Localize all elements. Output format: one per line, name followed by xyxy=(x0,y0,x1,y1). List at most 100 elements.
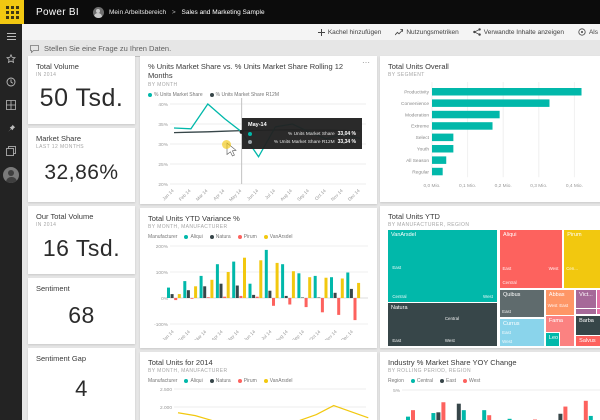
chart-tooltip: May-14 % Units Market Share 33,04 %% Unit… xyxy=(242,118,362,149)
tile-total-units-2014[interactable]: Total Units for 2014 BY MONTH, MANUFACTU… xyxy=(140,352,377,420)
hamburger-menu-icon[interactable] xyxy=(4,29,18,43)
svg-text:Feb 14: Feb 14 xyxy=(178,188,192,202)
svg-text:100%: 100% xyxy=(156,270,169,276)
treemap-block[interactable]: Currus East West xyxy=(500,318,544,346)
svg-text:Convenience: Convenience xyxy=(401,101,429,107)
add-tile-button[interactable]: Kachel hinzufügen xyxy=(317,28,381,36)
svg-text:40%: 40% xyxy=(158,102,168,108)
tile-total-volume[interactable]: Total Volume IN 2014 50 Tsd. xyxy=(28,56,135,124)
svg-text:Jan 14: Jan 14 xyxy=(161,188,175,202)
breadcrumb-page: Sales and Marketing Sample xyxy=(181,8,265,16)
tile-total-units-overall[interactable]: Total Units Overall BY SEGMENT 0,0 Mio. 0… xyxy=(380,56,600,202)
svg-text:Jun 14: Jun 14 xyxy=(246,188,260,202)
svg-text:35%: 35% xyxy=(158,122,168,128)
svg-text:Sep 14: Sep 14 xyxy=(291,329,305,340)
workspaces-icon[interactable] xyxy=(4,144,18,158)
workspace-avatar xyxy=(92,6,104,18)
svg-text:-100%: -100% xyxy=(154,322,169,328)
tile-sentiment-gap[interactable]: Sentiment Gap 4 xyxy=(28,348,135,420)
apps-grid-icon[interactable] xyxy=(4,98,18,112)
treemap-block[interactable]: Quibus East xyxy=(500,289,544,317)
svg-text:Aug 14: Aug 14 xyxy=(279,188,293,202)
breadcrumb[interactable]: Mein Arbeitsbereich > Sales and Marketin… xyxy=(92,6,265,18)
tile-menu-icon[interactable]: ⋯ xyxy=(362,58,371,67)
treemap-block[interactable]: Natura East Central West xyxy=(388,303,498,346)
svg-text:Moderation: Moderation xyxy=(405,113,429,119)
treemap-block[interactable]: PirumCen...We... xyxy=(564,230,600,288)
treemap-block[interactable] xyxy=(576,308,596,315)
powerbi-dashboard: Power BI Mein Arbeitsbereich > Sales and… xyxy=(0,0,600,420)
market-share-line-chart[interactable]: 40%35%30%25%20%Jan 14 Feb 14 Mar 14 Apr 14 M… xyxy=(148,97,369,204)
speech-bubble-icon xyxy=(30,44,39,53)
treemap-block[interactable]: Barba xyxy=(576,315,600,335)
share-icon xyxy=(472,28,481,36)
svg-text:25%: 25% xyxy=(158,162,168,168)
kpi-value: 50 Tsd. xyxy=(39,83,124,112)
industry-yoy-column-chart[interactable]: 5% xyxy=(388,384,600,420)
svg-text:0,4 Mio.: 0,4 Mio. xyxy=(566,184,583,190)
svg-text:Nov 14: Nov 14 xyxy=(324,329,338,340)
left-sidebar xyxy=(0,24,22,420)
svg-text:Apr 14: Apr 14 xyxy=(210,329,223,340)
usage-metrics-button[interactable]: Nutzungsmetriken xyxy=(395,28,459,36)
related-content-button[interactable]: Verwandte Inhalte anzeigen xyxy=(472,28,564,36)
app-title: Power BI xyxy=(36,6,79,18)
svg-text:Productivity: Productivity xyxy=(404,90,429,96)
tile-ytd-treemap[interactable]: Total Units YTD BY MANUFACTURER, REGION … xyxy=(380,206,600,348)
svg-text:2.000: 2.000 xyxy=(160,405,172,411)
svg-text:Jul 14: Jul 14 xyxy=(264,188,277,201)
svg-text:Jun 14: Jun 14 xyxy=(243,329,257,340)
svg-text:May 14: May 14 xyxy=(228,188,243,203)
dashboard-toolbar: Kachel hinzufügen Nutzungsmetriken Verwa… xyxy=(22,24,600,40)
kpi-value: 4 xyxy=(75,375,88,401)
treemap-block[interactable]: Vict... xyxy=(576,289,596,308)
svg-text:Regular: Regular xyxy=(412,170,429,176)
treemap-block[interactable]: Abbas West East xyxy=(545,289,574,315)
svg-text:Oct 14: Oct 14 xyxy=(308,329,321,340)
svg-text:Dec 14: Dec 14 xyxy=(347,188,361,202)
ytd-variance-column-chart[interactable]: 200%100%0%-100%Jan 14 Feb 14 Mar 14 Apr 14 M… xyxy=(148,240,371,344)
svg-text:Dec 14: Dec 14 xyxy=(340,329,354,340)
recents-clock-icon[interactable] xyxy=(4,75,18,89)
top-app-bar: Power BI Mein Arbeitsbereich > Sales and… xyxy=(0,0,600,24)
tile-ytd-variance[interactable]: Total Units YTD Variance % BY MONTH, MAN… xyxy=(140,208,377,348)
pin-icon[interactable] xyxy=(4,121,18,135)
svg-text:Select: Select xyxy=(416,135,430,141)
svg-text:2.500: 2.500 xyxy=(160,387,172,393)
svg-text:All Season: All Season xyxy=(406,158,429,164)
favorites-star-icon[interactable] xyxy=(4,52,18,66)
svg-text:30%: 30% xyxy=(158,142,168,148)
svg-text:Extreme: Extreme xyxy=(411,124,429,130)
total-units-2014-line-chart[interactable]: 2.500 2.000 xyxy=(148,384,369,420)
svg-text:0,2 Mio.: 0,2 Mio. xyxy=(495,184,512,190)
tile-our-total-volume[interactable]: Our Total Volume IN 2014 16 Tsd. xyxy=(28,206,135,274)
app-launcher-waffle-icon[interactable] xyxy=(0,0,24,24)
mouse-cursor xyxy=(222,140,237,162)
treemap-block[interactable]: Salvus xyxy=(576,336,600,346)
svg-text:Mar 14: Mar 14 xyxy=(195,188,209,202)
als-button[interactable]: Als xyxy=(578,28,598,36)
trend-chart-icon xyxy=(395,28,404,35)
treemap-block[interactable]: VanArsdel East Central West xyxy=(388,230,498,302)
tile-market-share[interactable]: Market Share LAST 12 MONTHS 32,86% xyxy=(28,128,135,202)
plus-icon xyxy=(317,28,325,36)
profile-avatar[interactable] xyxy=(3,167,19,183)
svg-text:Oct 14: Oct 14 xyxy=(314,188,327,201)
circle-icon xyxy=(578,28,586,36)
treemap-block[interactable]: Aliqui East West Central xyxy=(500,230,562,288)
tile-sentiment[interactable]: Sentiment 68 xyxy=(28,278,135,344)
treemap-block[interactable]: Leo xyxy=(545,333,559,346)
svg-text:0,1 Mio.: 0,1 Mio. xyxy=(459,184,476,190)
breadcrumb-workspace[interactable]: Mein Arbeitsbereich xyxy=(109,9,166,16)
svg-text:May 14: May 14 xyxy=(226,329,241,340)
qna-prompt: Stellen Sie eine Frage zu Ihren Daten. xyxy=(44,44,172,53)
total-units-overall-bar-chart[interactable]: 0,0 Mio. 0,1 Mio. 0,2 Mio. 0,3 Mio. 0,4 Mio.… xyxy=(388,78,600,196)
tile-market-share-line[interactable]: ⋯ % Units Market Share vs. % Units Marke… xyxy=(140,56,377,204)
ytd-treemap-chart[interactable]: VanArsdel East Central West Natura East Centra… xyxy=(388,230,600,346)
tile-industry-yoy[interactable]: Industry % Market Share YOY Change BY RO… xyxy=(380,352,600,420)
svg-text:Aug 14: Aug 14 xyxy=(275,329,289,340)
svg-text:Mar 14: Mar 14 xyxy=(194,329,208,340)
svg-text:5%: 5% xyxy=(393,388,401,394)
svg-text:0,0 Mio.: 0,0 Mio. xyxy=(423,184,440,190)
svg-text:Youth: Youth xyxy=(417,147,429,153)
